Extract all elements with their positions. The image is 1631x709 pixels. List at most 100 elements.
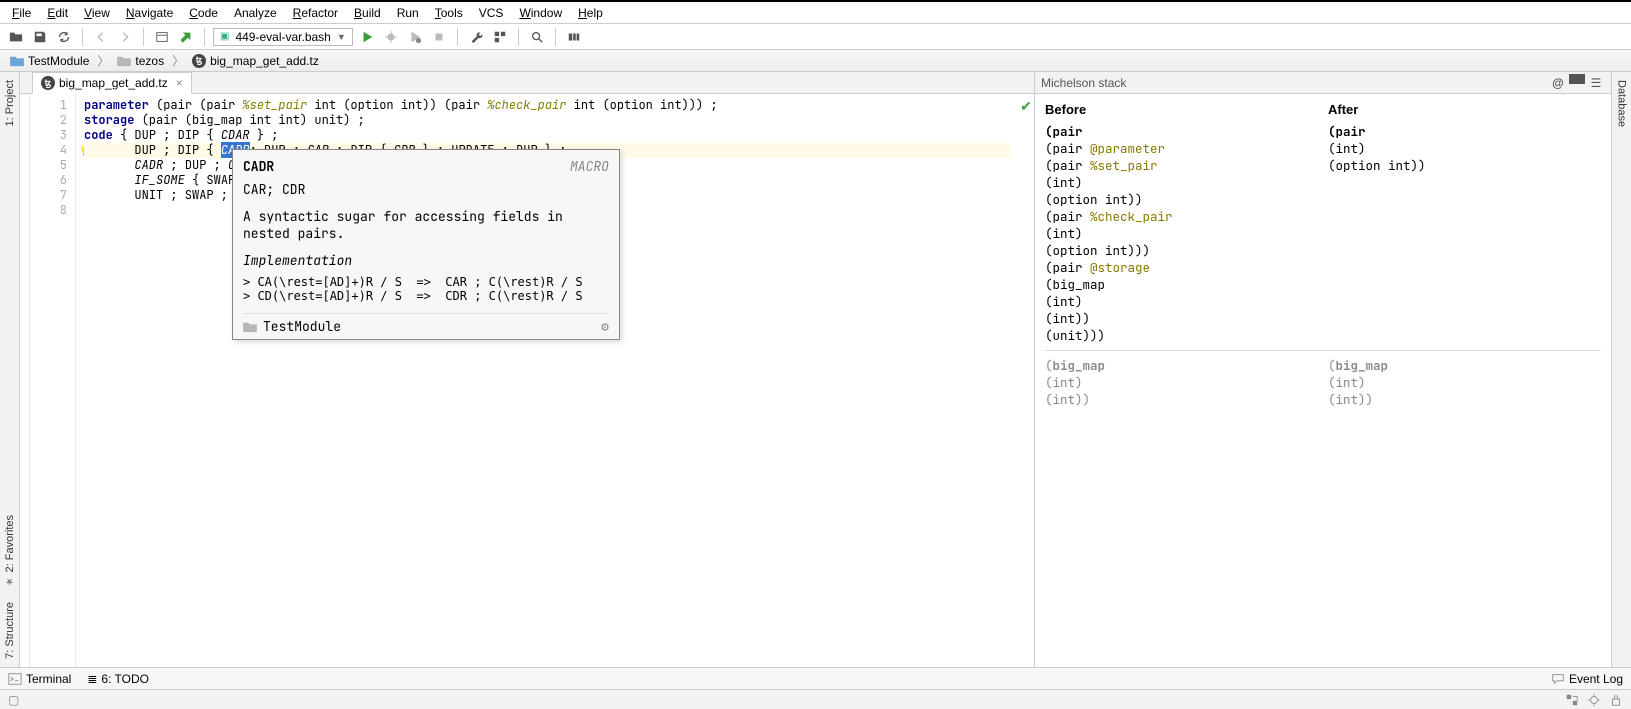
doc-description: A syntactic sugar for accessing fields i… [243, 208, 609, 242]
separator [143, 28, 144, 46]
tool-todo[interactable]: ≣ 6: TODO [87, 672, 149, 686]
tool-eventlog[interactable]: Event Log [1551, 672, 1623, 686]
run-icon[interactable] [357, 27, 377, 47]
settings-icon[interactable]: ☰ [1587, 74, 1605, 92]
breadcrumb: TestModule 〉 tezos 〉 ꜩ big_map_get_add.t… [0, 50, 1631, 72]
file-icon: ꜩ [192, 54, 206, 68]
main-menu-bar: File Edit View Navigate Code Analyze Ref… [0, 2, 1631, 24]
tool-structure[interactable]: 7: Structure [2, 594, 18, 667]
michelson-stack-panel: Michelson stack @ ☰ Before (pair (pair @… [1034, 72, 1611, 667]
quick-doc-popup: CADR MACRO CAR; CDR A syntactic sugar fo… [232, 149, 620, 340]
stack-after: After (pair (int) (option int)) [1328, 102, 1601, 344]
separator [457, 28, 458, 46]
lock-icon[interactable] [1609, 693, 1623, 707]
list-icon: ≣ [87, 672, 97, 686]
stop-icon[interactable] [429, 27, 449, 47]
menu-navigate[interactable]: Navigate [120, 4, 179, 22]
status-left-icon[interactable]: ▢ [8, 693, 19, 707]
editor-area: ꜩ big_map_get_add.tz × 1 2 3 4 5 6 7 8 💡… [20, 72, 1034, 667]
bash-icon: ▣ [220, 31, 229, 42]
stack-before: Before (pair (pair @parameter (pair %set… [1045, 102, 1318, 344]
search-icon[interactable] [527, 27, 547, 47]
tool-terminal[interactable]: Terminal [8, 672, 71, 686]
separator [518, 28, 519, 46]
breadcrumb-label: tezos [135, 54, 164, 68]
at-icon[interactable]: @ [1549, 74, 1567, 92]
editor-body: 1 2 3 4 5 6 7 8 💡 parameter (pair (pair … [20, 94, 1034, 667]
stack-separator [1045, 350, 1601, 351]
doc-source[interactable]: TestModule [243, 318, 341, 335]
menu-code[interactable]: Code [183, 4, 224, 22]
menu-window[interactable]: Window [513, 4, 568, 22]
doc-impl-body: > CA(\rest=[AD]+)R / S => CAR ; C(\rest)… [243, 275, 609, 303]
gear-icon[interactable]: ⚙ [601, 318, 609, 335]
breadcrumb-file[interactable]: ꜩ big_map_get_add.tz [188, 54, 323, 68]
terminal-icon [8, 672, 22, 686]
folder-icon [10, 55, 24, 67]
doc-title: CADR [243, 158, 274, 175]
stack-body: Before (pair (pair @parameter (pair %set… [1035, 94, 1611, 667]
run-config-label: 449-eval-var.bash [235, 30, 330, 44]
breadcrumb-label: big_map_get_add.tz [210, 54, 319, 68]
save-icon[interactable] [30, 27, 50, 47]
menu-run[interactable]: Run [391, 4, 425, 22]
doc-impl-heading: Implementation [243, 252, 609, 269]
main-content: 1: Project ★ 2: Favorites 7: Structure ꜩ… [0, 72, 1631, 667]
bottom-tool-bar: Terminal ≣ 6: TODO Event Log [0, 667, 1631, 689]
open-icon[interactable] [6, 27, 26, 47]
stack-title: Michelson stack [1041, 76, 1126, 90]
menu-vcs[interactable]: VCS [473, 4, 510, 22]
status-icon-1[interactable] [1565, 693, 1579, 707]
star-icon: ★ [4, 575, 15, 586]
doc-tag: MACRO [570, 158, 609, 175]
tab-label: big_map_get_add.tz [59, 76, 168, 90]
doc-expansion: CAR; CDR [243, 181, 609, 198]
inspection-ok-icon: ✔ [1018, 94, 1034, 667]
close-icon[interactable]: × [176, 76, 183, 90]
folder-icon [243, 321, 257, 333]
editor-tabs: ꜩ big_map_get_add.tz × [20, 72, 1034, 94]
before-label: Before [1045, 102, 1318, 117]
layout-icon[interactable] [564, 27, 584, 47]
stack-before-rest: (big_map (int) (int)) [1045, 357, 1318, 408]
menu-file[interactable]: File [6, 4, 37, 22]
menu-refactor[interactable]: Refactor [287, 4, 344, 22]
tool-project[interactable]: 1: Project [2, 72, 18, 134]
left-sidebar: 1: Project ★ 2: Favorites 7: Structure [0, 72, 20, 667]
chevron-icon: 〉 [97, 52, 109, 69]
file-icon: ꜩ [41, 76, 55, 90]
menu-tools[interactable]: Tools [429, 4, 469, 22]
menu-edit[interactable]: Edit [41, 4, 74, 22]
run-config-selector[interactable]: ▣ 449-eval-var.bash ▼ [213, 28, 353, 46]
line-gutter: 1 2 3 4 5 6 7 8 💡 [30, 94, 76, 667]
speech-icon [1551, 672, 1565, 686]
view-mode-icon[interactable] [1569, 74, 1585, 84]
status-icon-2[interactable] [1587, 693, 1601, 707]
chevron-icon: 〉 [172, 52, 184, 69]
breadcrumb-folder[interactable]: tezos [113, 54, 168, 68]
code-editor[interactable]: parameter (pair (pair %set_pair int (opt… [76, 94, 1018, 667]
menu-help[interactable]: Help [572, 4, 609, 22]
separator [82, 28, 83, 46]
tool-database[interactable]: Database [1614, 72, 1630, 135]
separator [204, 28, 205, 46]
breadcrumb-root[interactable]: TestModule [6, 54, 93, 68]
tool-favorites[interactable]: ★ 2: Favorites [2, 507, 18, 595]
debug-icon[interactable] [381, 27, 401, 47]
forward-icon[interactable] [115, 27, 135, 47]
sync-icon[interactable] [54, 27, 74, 47]
editor-tab[interactable]: ꜩ big_map_get_add.tz × [32, 72, 192, 94]
folder-icon [117, 55, 131, 67]
right-sidebar: Database [1611, 72, 1631, 667]
structure-icon[interactable] [490, 27, 510, 47]
wrench-icon[interactable] [466, 27, 486, 47]
menu-build[interactable]: Build [348, 4, 387, 22]
status-bar: ▢ [0, 689, 1631, 709]
menu-analyze[interactable]: Analyze [228, 4, 283, 22]
window-icon[interactable] [152, 27, 172, 47]
coverage-icon[interactable] [405, 27, 425, 47]
build-icon[interactable] [176, 27, 196, 47]
stack-after-rest: (big_map (int) (int)) [1328, 357, 1601, 408]
menu-view[interactable]: View [78, 4, 116, 22]
back-icon[interactable] [91, 27, 111, 47]
